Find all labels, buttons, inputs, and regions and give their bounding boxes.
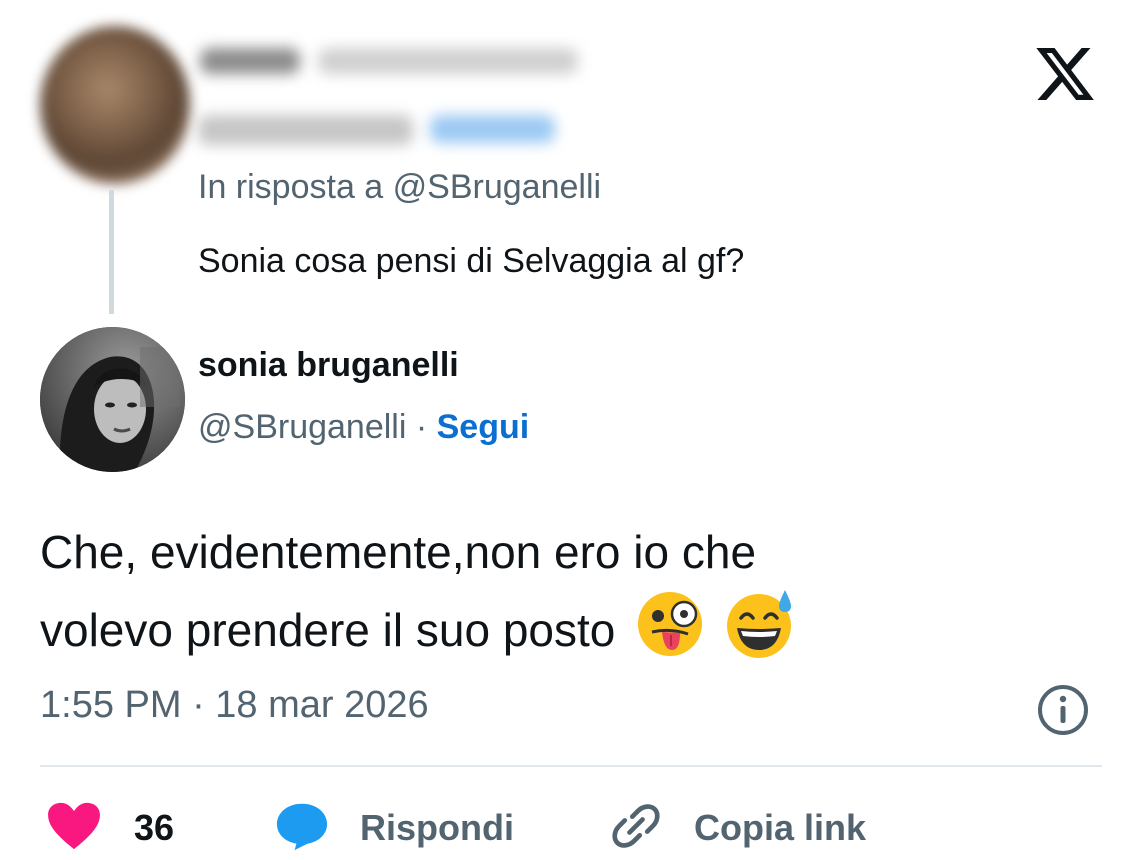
parent-author-name-redacted xyxy=(200,48,300,74)
grinning-sweat-emoji xyxy=(725,588,797,680)
copy-link-button[interactable]: Copia link xyxy=(608,798,866,858)
like-button[interactable]: 36 xyxy=(46,798,174,858)
close-icon[interactable] xyxy=(1030,42,1100,106)
like-count: 36 xyxy=(134,807,175,848)
info-icon[interactable] xyxy=(1036,683,1090,737)
reply-label: Rispondi xyxy=(360,807,514,848)
reply-button[interactable]: Rispondi xyxy=(274,798,514,858)
heart-icon xyxy=(46,801,102,856)
divider xyxy=(40,765,1102,767)
author-display-name[interactable]: sonia bruganelli xyxy=(198,346,459,385)
copy-link-label: Copia link xyxy=(694,807,867,848)
author-avatar[interactable] xyxy=(40,327,185,472)
parent-author-avatar xyxy=(40,26,190,184)
follow-button[interactable]: Segui xyxy=(437,408,530,446)
tweet-timestamp[interactable]: 1:55 PM · 18 mar 2026 xyxy=(40,684,429,727)
speech-bubble-icon xyxy=(274,800,330,857)
tweet-text: Che, evidentemente,non ero io che volevo… xyxy=(40,516,1080,660)
parent-follow-button-redacted xyxy=(430,115,555,143)
thread-connector-line xyxy=(109,190,114,314)
author-handle-line: @SBruganelli · Segui xyxy=(198,408,529,447)
zany-face-emoji xyxy=(634,588,706,680)
link-icon xyxy=(608,798,664,859)
author-handle[interactable]: @SBruganelli xyxy=(198,408,406,446)
tweet-text-line: Che, evidentemente,non ero io che xyxy=(40,526,757,578)
parent-tweet-text: Sonia cosa pensi di Selvaggia al gf? xyxy=(198,242,745,280)
parent-tweet-date-redacted xyxy=(318,48,578,74)
reply-to-label: In risposta a @SBruganelli xyxy=(198,168,602,206)
tweet-text-line-with-emojis: volevo prendere il suo posto xyxy=(40,588,1080,660)
tweet-text-line: volevo prendere il suo posto xyxy=(40,604,616,657)
handle-separator: · xyxy=(406,408,437,446)
parent-author-handle-redacted xyxy=(198,115,413,145)
